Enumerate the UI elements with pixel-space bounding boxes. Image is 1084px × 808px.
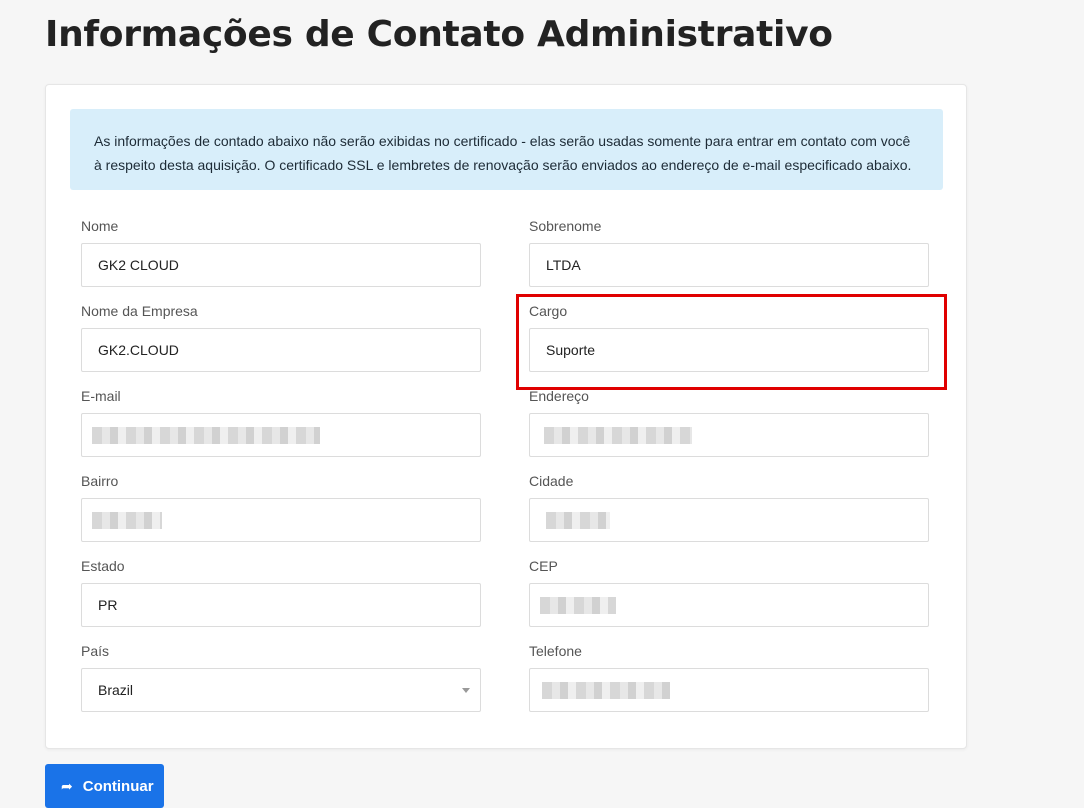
redacted-endereco — [544, 427, 692, 444]
contact-form-card: As informações de contado abaixo não ser… — [45, 84, 967, 749]
cargo-highlight-box — [516, 294, 947, 390]
sobrenome-value: LTDA — [546, 257, 581, 273]
redacted-email — [92, 427, 320, 444]
info-alert: As informações de contado abaixo não ser… — [70, 109, 943, 190]
empresa-value: GK2.CLOUD — [98, 342, 179, 358]
cidade-input[interactable] — [529, 498, 929, 542]
cep-input[interactable] — [529, 583, 929, 627]
bairro-input[interactable] — [81, 498, 481, 542]
pais-label: País — [81, 643, 110, 659]
arrow-right-icon: ➦ — [61, 777, 73, 794]
redacted-cidade — [546, 512, 610, 529]
redacted-cep — [540, 597, 616, 614]
chevron-down-icon — [462, 688, 470, 693]
nome-input[interactable]: GK2 CLOUD — [81, 243, 481, 287]
estado-input[interactable]: PR — [81, 583, 481, 627]
endereco-label: Endereço — [529, 388, 589, 404]
pais-value: Brazil — [98, 682, 134, 698]
email-input[interactable] — [81, 413, 481, 457]
nome-value: GK2 CLOUD — [98, 257, 179, 273]
sobrenome-label: Sobrenome — [529, 218, 602, 234]
endereco-input[interactable] — [529, 413, 929, 457]
redacted-bairro — [92, 512, 162, 529]
sobrenome-input[interactable]: LTDA — [529, 243, 929, 287]
cidade-label: Cidade — [529, 473, 574, 489]
redacted-telefone — [542, 682, 670, 699]
empresa-input[interactable]: GK2.CLOUD — [81, 328, 481, 372]
cep-label: CEP — [529, 558, 558, 574]
nome-label: Nome — [81, 218, 119, 234]
pais-select[interactable]: Brazil — [81, 668, 481, 712]
continue-button[interactable]: ➦ Continuar — [45, 764, 164, 808]
empresa-label: Nome da Empresa — [81, 303, 198, 319]
telefone-label: Telefone — [529, 643, 582, 659]
email-label: E-mail — [81, 388, 121, 404]
page-title: Informações de Contato Administrativo — [45, 14, 833, 55]
telefone-input[interactable] — [529, 668, 929, 712]
continue-button-label: Continuar — [82, 777, 154, 795]
estado-value: PR — [98, 597, 118, 613]
bairro-label: Bairro — [81, 473, 119, 489]
estado-label: Estado — [81, 558, 125, 574]
